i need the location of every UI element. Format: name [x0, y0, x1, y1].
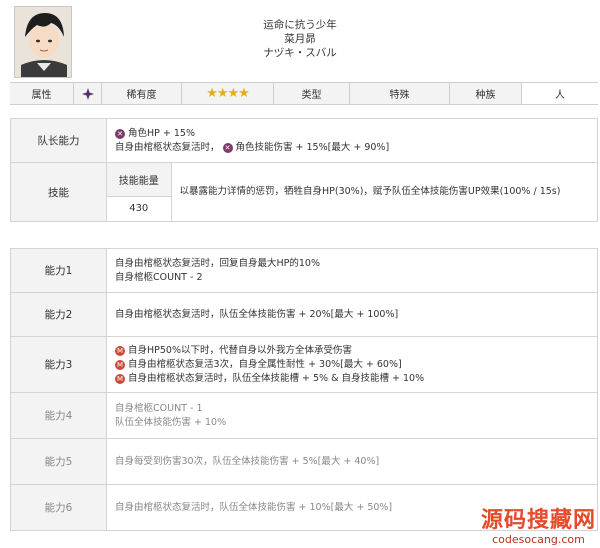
- dark-attribute-icon: [81, 87, 94, 100]
- character-titles: 运命に抗う少年 菜月昴 ナヅキ・スバル: [0, 18, 600, 60]
- skill-row: 技能 技能能量 以暴露能力详情的惩罚，牺牲自身HP(30%)，赋予队伍全体技能伤…: [10, 162, 598, 222]
- skill-inner-table: 技能能量 以暴露能力详情的惩罚，牺牲自身HP(30%)，赋予队伍全体技能伤害UP…: [107, 163, 597, 221]
- character-header: 运命に抗う少年 菜月昴 ナヅキ・スバル: [0, 0, 600, 82]
- character-kana: ナヅキ・スバル: [263, 47, 337, 59]
- ability-6-label: 能力6: [10, 484, 107, 531]
- ability-2-label: 能力2: [10, 292, 107, 337]
- leader-value: ✕ 角色HP + 15% 自身由棺柩状态复活时， ✕ 角色技能伤害 + 15%[…: [106, 118, 598, 163]
- attribute-icon: [74, 83, 102, 104]
- skill-cell: 技能能量 以暴露能力详情的惩罚，牺牲自身HP(30%)，赋予队伍全体技能伤害UP…: [106, 162, 598, 222]
- ability-row-3: 能力3 M 自身HP50%以下时，代替自身以外我方全体承受伤害 M 自身由棺柩状…: [10, 336, 598, 393]
- leader-line-1: ✕ 角色HP + 15%: [115, 127, 589, 141]
- info-row: 属性 稀有度 ★★★★ 类型 特殊 种族 人: [10, 82, 598, 105]
- ability-5-label: 能力5: [10, 438, 107, 485]
- ability-3-text-1: 自身HP50%以下时，代替自身以外我方全体承受伤害: [128, 344, 352, 356]
- ability-row-1: 能力1 自身由棺柩状态复活时，回复自身最大HP的10% 自身棺柩COUNT - …: [10, 248, 598, 293]
- ability-1-line-2: 自身棺柩COUNT - 2: [115, 271, 203, 283]
- watermark-cn: 源码搜藏网: [480, 508, 596, 533]
- race-value: 人: [522, 83, 598, 104]
- ability-3-line-3: M 自身由棺柩状态复活时，队伍全体技能槽 + 5% & 自身技能槽 + 10%: [115, 372, 589, 386]
- skill-label: 技能: [10, 162, 107, 222]
- ability-3-value: M 自身HP50%以下时，代替自身以外我方全体承受伤害 M 自身由棺柩状态复活3…: [106, 336, 598, 393]
- leader-icon-2: ✕: [222, 142, 233, 153]
- skill-desc: 以暴露能力详情的惩罚，牺牲自身HP(30%)，赋予队伍全体技能伤害UP效果(10…: [170, 163, 597, 221]
- ability-3-line-2: M 自身由棺柩状态复活3次，自身全属性耐性 + 30%[最大 + 60%]: [115, 358, 589, 372]
- ability-2-value: 自身由棺柩状态复活时，队伍全体技能伤害 + 20%[最大 + 100%]: [106, 292, 598, 337]
- ability-3-text-2: 自身由棺柩状态复活3次，自身全属性耐性 + 30%[最大 + 60%]: [128, 358, 402, 370]
- leader-icon: ✕: [115, 128, 125, 139]
- ability-3-line-1: M 自身HP50%以下时，代替自身以外我方全体承受伤害: [115, 344, 589, 358]
- type-value: 特殊: [350, 83, 450, 104]
- rarity-stars: ★★★★: [182, 83, 274, 104]
- ability-2-line-1: 自身由棺柩状态复活时，队伍全体技能伤害 + 20%[最大 + 100%]: [115, 308, 399, 320]
- ability-3-text-3: 自身由棺柩状态复活时，队伍全体技能槽 + 5% & 自身技能槽 + 10%: [128, 372, 425, 384]
- leader-label: 队长能力: [10, 118, 107, 163]
- watermark: 源码搜藏网 codesocang.com: [481, 508, 596, 546]
- ability-row-2: 能力2 自身由棺柩状态复活时，队伍全体技能伤害 + 20%[最大 + 100%]: [10, 292, 598, 337]
- watermark-en: codesocang.com: [492, 533, 585, 546]
- ability-4-value: 自身棺柩COUNT - 1 队伍全体技能伤害 + 10%: [106, 392, 598, 439]
- leader-text-2a: 自身由棺柩状态复活时，: [115, 141, 220, 153]
- leader-row: 队长能力 ✕ 角色HP + 15% 自身由棺柩状态复活时， ✕ 角色技能伤害 +…: [10, 118, 598, 163]
- leader-text-1: 角色HP + 15%: [128, 127, 195, 139]
- ability-row-5: 能力5 自身每受到伤害30次，队伍全体技能伤害 + 5%[最大 + 40%]: [10, 438, 598, 485]
- leader-line-2: 自身由棺柩状态复活时， ✕ 角色技能伤害 + 15%[最大 + 90%]: [115, 141, 589, 155]
- type-label: 类型: [274, 83, 350, 104]
- character-card: 运命に抗う少年 菜月昴 ナヅキ・スバル 属性 稀有度 ★★★★ 类型 特殊 种族…: [0, 0, 600, 548]
- ability-5-line-1: 自身每受到伤害30次，队伍全体技能伤害 + 5%[最大 + 40%]: [115, 455, 380, 467]
- ability-4-label: 能力4: [10, 392, 107, 439]
- ability-3-icon-3: M: [115, 373, 125, 384]
- ability-3-icon-1: M: [115, 345, 125, 356]
- ability-1-label: 能力1: [10, 248, 107, 293]
- ability-3-icon-2: M: [115, 359, 125, 370]
- character-name: 菜月昴: [284, 33, 316, 45]
- skill-energy-label: 技能能量: [107, 163, 172, 197]
- ability-1-line-1: 自身由棺柩状态复活时，回复自身最大HP的10%: [115, 257, 320, 269]
- character-subtitle: 运命に抗う少年: [263, 19, 337, 31]
- abilities-table: 能力1 自身由棺柩状态复活时，回复自身最大HP的10% 自身棺柩COUNT - …: [10, 248, 598, 531]
- leader-text-2b: 角色技能伤害 + 15%[最大 + 90%]: [235, 141, 390, 153]
- skill-energy-value: 430: [107, 195, 172, 221]
- ability-3-label: 能力3: [10, 336, 107, 393]
- attribute-label: 属性: [10, 83, 74, 104]
- rarity-label: 稀有度: [102, 83, 182, 104]
- ability-1-value: 自身由棺柩状态复活时，回复自身最大HP的10% 自身棺柩COUNT - 2: [106, 248, 598, 293]
- ability-4-line-1: 自身棺柩COUNT - 1: [115, 402, 203, 414]
- ability-5-value: 自身每受到伤害30次，队伍全体技能伤害 + 5%[最大 + 40%]: [106, 438, 598, 485]
- ability-4-line-2: 队伍全体技能伤害 + 10%: [115, 416, 227, 428]
- ability-row-4: 能力4 自身棺柩COUNT - 1 队伍全体技能伤害 + 10%: [10, 392, 598, 439]
- race-label: 种族: [450, 83, 522, 104]
- leader-skill-table: 队长能力 ✕ 角色HP + 15% 自身由棺柩状态复活时， ✕ 角色技能伤害 +…: [10, 118, 598, 222]
